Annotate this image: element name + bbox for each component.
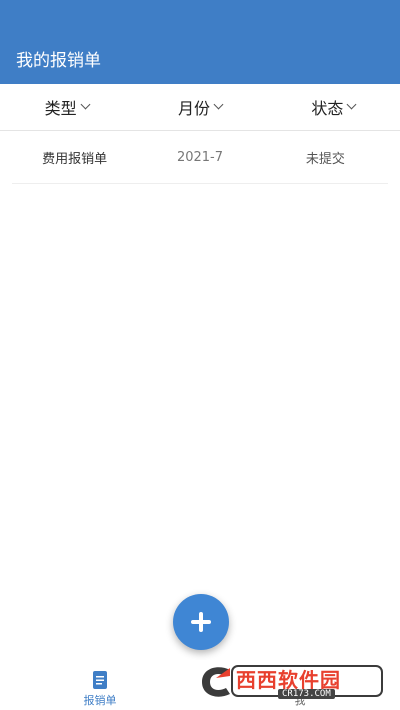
- filter-month-dropdown[interactable]: 月份: [133, 84, 266, 130]
- filter-type-dropdown[interactable]: 类型: [0, 84, 133, 130]
- nav-item-expenses[interactable]: 报销单: [0, 660, 200, 710]
- watermark-subtext: CR173.COM: [278, 689, 335, 699]
- plus-icon-vertical: [199, 612, 203, 632]
- expense-type: 费用报销单: [42, 152, 108, 167]
- chevron-down-icon: [213, 99, 224, 110]
- filter-month-label: 月份: [177, 99, 210, 118]
- chevron-down-icon: [80, 99, 91, 110]
- app-header: 我的报销单: [0, 0, 400, 84]
- nav-label-expenses: 报销单: [83, 694, 117, 707]
- expense-status: 未提交: [305, 152, 345, 167]
- watermark-logo: 西西软件园 CR173.COM: [196, 660, 390, 704]
- app-screen: 我的报销单 类型 月份 状态 费用报销单 2021-7 未提交 报销单 我 西西…: [0, 0, 400, 710]
- filter-type-label: 类型: [44, 99, 77, 118]
- expense-month: 2021-7: [176, 150, 224, 165]
- document-icon: [93, 671, 107, 689]
- add-expense-button[interactable]: [173, 594, 229, 650]
- chevron-down-icon: [346, 99, 357, 110]
- page-title: 我的报销单: [16, 51, 101, 71]
- filter-status-label: 状态: [311, 99, 344, 118]
- list-item[interactable]: 费用报销单 2021-7 未提交: [12, 132, 388, 184]
- filter-status-dropdown[interactable]: 状态: [267, 84, 400, 130]
- filter-bar: 类型 月份 状态: [0, 84, 400, 131]
